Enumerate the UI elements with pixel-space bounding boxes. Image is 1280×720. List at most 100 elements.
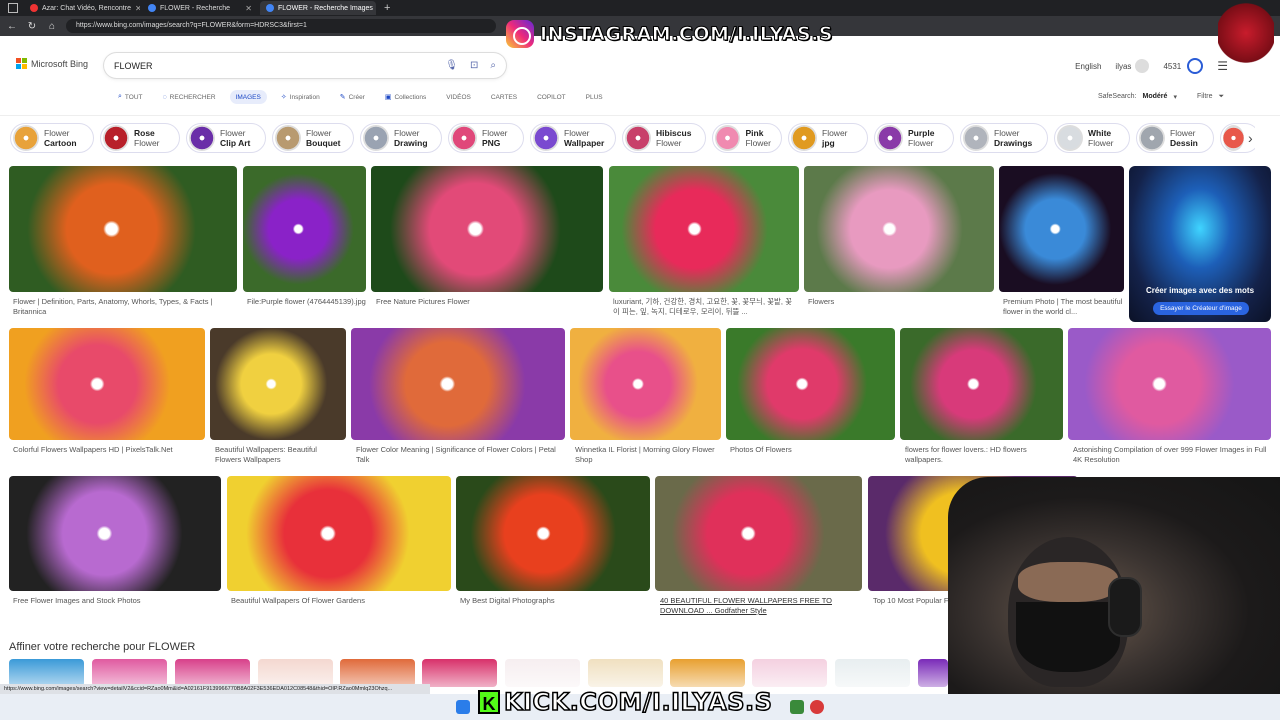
scope-collections[interactable]: ▣ Collections [379,90,432,104]
scope-inspiration[interactable]: ✧ Inspiration [275,90,326,104]
scope-creer[interactable]: ✎ Créer [334,90,371,104]
refine-thumbnail[interactable] [92,659,167,687]
image-result-thumbnail[interactable] [655,476,862,591]
related-search-chip[interactable]: Flower Drawings [960,123,1048,153]
image-result-caption[interactable]: flowers for flower lovers.: HD flowers w… [905,445,1060,465]
refine-thumbnail[interactable] [918,659,948,687]
scope-plus[interactable]: PLUS [580,90,609,104]
browser-tab-search[interactable]: FLOWER - Recherche ✕ [142,1,258,15]
image-result-caption[interactable]: Free Nature Pictures Flower [376,297,601,307]
language-link[interactable]: English [1075,62,1101,71]
microphone-icon[interactable]: 🎙 [445,60,458,71]
close-tab-icon[interactable]: ✕ [245,4,252,13]
image-result-caption[interactable]: Flower Color Meaning | Significance of F… [356,445,561,465]
image-result-thumbnail[interactable] [9,166,237,292]
image-result-caption[interactable]: 40 BEAUTIFUL FLOWER WALLPAPERS FREE TO D… [660,596,855,616]
try-image-creator-button[interactable]: Essayer le Créateur d'image [1153,302,1249,315]
windows-start-icon[interactable] [456,700,470,714]
search-input[interactable]: FLOWER 🎙 ⊡ ⌕ [104,53,506,78]
refine-thumbnail[interactable] [9,659,84,687]
filter-button[interactable]: Filtre [1197,93,1213,101]
refine-thumbnail[interactable] [752,659,827,687]
related-search-chip[interactable]: White Flower [1054,123,1130,153]
related-search-chip[interactable]: Flower Clip Art [186,123,266,153]
related-search-chip[interactable]: Flower jpg [788,123,868,153]
image-result-thumbnail[interactable] [900,328,1063,440]
image-result-caption[interactable]: Winnetka IL Florist | Morning Glory Flow… [575,445,720,465]
window-menu-icon[interactable] [8,3,18,13]
image-result-thumbnail[interactable] [999,166,1124,292]
image-result-caption[interactable]: Photos Of Flowers [730,445,890,455]
image-result-caption[interactable]: File:Purple flower (4764445139).jpg [247,297,367,307]
related-search-chip[interactable]: Rose Flower [100,123,180,153]
image-result-caption[interactable]: Beautiful Wallpapers: Beautiful Flowers … [215,445,345,465]
scope-cartes[interactable]: CARTES [485,90,523,104]
image-result-caption[interactable]: Flowers [808,297,993,307]
image-result-caption[interactable]: Colorful Flowers Wallpapers HD | PixelsT… [13,445,203,455]
image-result-caption[interactable]: Astonishing Compilation of over 999 Flow… [1073,445,1268,465]
related-search-chip[interactable]: Flower Wallpaper [530,123,616,153]
scope-rechercher[interactable]: ◌ RECHERCHER [157,90,222,104]
image-result-thumbnail[interactable] [351,328,565,440]
bing-logo[interactable]: Microsoft Bing [16,58,88,69]
related-search-chip[interactable]: Flower Cartoon [10,123,94,153]
filter-icon[interactable]: ⏷ [1219,93,1225,101]
image-result-caption[interactable]: luxuriant, 기하, 건강한, 경치, 고요한, 꽃, 꽃무늬, 꽃밭,… [613,297,798,317]
related-search-chip[interactable]: Flower Drawing [360,123,442,153]
related-search-chip[interactable]: Flower Dessin [1136,123,1214,153]
related-search-chip[interactable]: Flower Bouquet [272,123,354,153]
image-result-thumbnail[interactable] [210,328,346,440]
scope-images[interactable]: IMAGES [229,90,267,104]
scope-videos[interactable]: VIDÉOS [440,90,477,104]
search-query[interactable]: FLOWER [114,61,153,71]
browser-tab-azar[interactable]: Azar: Chat Vidéo, Rencontre ✕ [24,1,140,15]
image-result-thumbnail[interactable] [609,166,799,292]
image-result-thumbnail[interactable] [243,166,366,292]
related-search-chip[interactable]: Pink Flower [712,123,782,153]
refine-thumbnail[interactable] [505,659,580,687]
chip-thumbnail [1057,125,1083,151]
image-result-caption[interactable]: Beautiful Wallpapers Of Flower Gardens [231,596,446,606]
visual-search-icon[interactable]: ⊡ [470,60,478,71]
image-creator-promo[interactable]: Créer images avec des mots Essayer le Cr… [1129,166,1271,322]
related-search-chip[interactable]: Purple Flower [874,123,954,153]
scope-copilot[interactable]: COPILOT [531,90,572,104]
taskbar-app-icon[interactable] [790,700,804,714]
image-result-thumbnail[interactable] [804,166,994,292]
url-field[interactable]: https://www.bing.com/images/search?q=FLO… [66,19,496,33]
image-result-thumbnail[interactable] [456,476,650,591]
safesearch-dropdown[interactable]: Modéré [1143,93,1168,101]
refine-thumbnail[interactable] [588,659,663,687]
refine-thumbnail[interactable] [340,659,415,687]
image-result-thumbnail[interactable] [371,166,603,292]
image-result-thumbnail[interactable] [9,476,221,591]
image-result-caption[interactable]: Premium Photo | The most beautiful flowe… [1003,297,1123,317]
image-result-caption[interactable]: Flower | Definition, Parts, Anatomy, Who… [13,297,233,317]
rewards[interactable]: 4531 [1163,58,1204,74]
image-result-thumbnail[interactable] [570,328,721,440]
image-result-thumbnail[interactable] [227,476,451,591]
image-result-caption[interactable]: My Best Digital Photographs [460,596,645,606]
chevron-right-icon[interactable]: › [1248,130,1253,146]
close-tab-icon[interactable]: ✕ [135,4,140,13]
browser-tab-images[interactable]: FLOWER - Recherche Images✕ [260,1,376,15]
refine-thumbnail[interactable] [835,659,910,687]
scope-tout[interactable]: ⌕ TOUT [112,90,149,104]
refine-thumbnail[interactable] [258,659,333,687]
home-icon[interactable]: ⌂ [46,21,58,32]
image-result-caption[interactable]: Free Flower Images and Stock Photos [13,596,218,606]
related-search-chip[interactable]: Flower PNG [448,123,524,153]
taskbar-app-icon[interactable] [810,700,824,714]
search-icon[interactable]: ⌕ [490,60,496,71]
image-result-thumbnail[interactable] [1068,328,1271,440]
reload-icon[interactable]: ↻ [26,21,38,32]
image-result-thumbnail[interactable] [726,328,895,440]
image-result-thumbnail[interactable] [9,328,205,440]
related-search-chip[interactable]: Hibiscus Flower [622,123,706,153]
new-tab-icon[interactable]: + [378,2,396,14]
refine-thumbnail[interactable] [175,659,250,687]
back-icon[interactable]: ← [6,21,18,32]
refine-thumbnail[interactable] [422,659,497,687]
user-menu[interactable]: ilyas [1115,59,1150,73]
refine-thumbnail[interactable] [670,659,745,687]
